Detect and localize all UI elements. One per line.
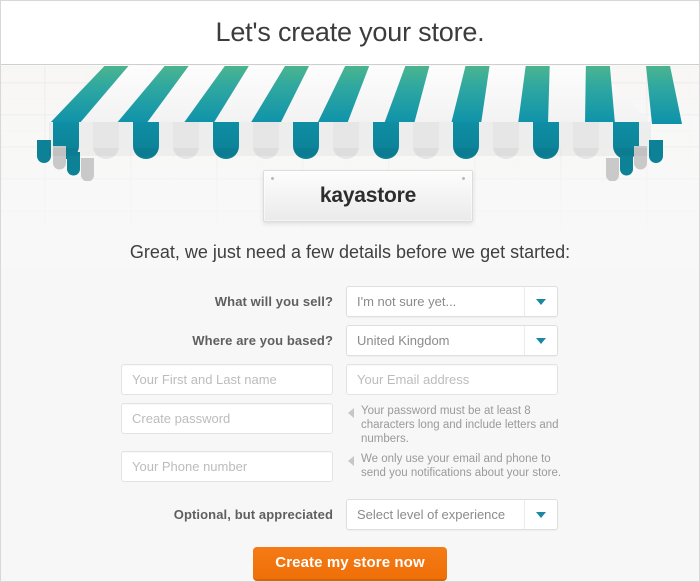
form-rows: What will you sell? I'm not sure yet... … <box>1 286 699 581</box>
phone-hint-cell: We only use your email and phone to send… <box>346 451 699 480</box>
chevron-down-icon[interactable] <box>524 287 557 316</box>
label-cell: Optional, but appreciated <box>1 499 346 530</box>
sell-select[interactable]: I'm not sure yet... <box>346 286 558 317</box>
screw-dot-icon <box>462 177 465 180</box>
phone-hint: We only use your email and phone to send… <box>348 452 573 480</box>
email-cell <box>346 364 699 395</box>
sell-label: What will you sell? <box>214 294 333 309</box>
store-sign: kayastore <box>263 170 473 222</box>
full-name-input[interactable] <box>121 364 333 395</box>
name-cell <box>1 364 346 395</box>
email-input[interactable] <box>346 364 558 395</box>
password-hint: Your password must be at least 8 charact… <box>348 404 573 446</box>
form-subtitle: Great, we just need a few details before… <box>129 242 571 262</box>
experience-select-value: Select level of experience <box>357 507 506 522</box>
storefront-body: kayastore Great, we just need a few deta… <box>1 66 699 581</box>
country-select[interactable]: United Kingdom <box>346 325 558 356</box>
triangle-pointer-icon <box>348 456 354 466</box>
signup-page: Let's create your store. kayastore Great… <box>0 0 700 582</box>
triangle-pointer-icon <box>348 408 354 418</box>
label-cell: What will you sell? <box>1 286 346 317</box>
password-cell <box>1 403 346 434</box>
chevron-down-icon[interactable] <box>524 500 557 529</box>
form-row-phone: We only use your email and phone to send… <box>1 451 699 491</box>
phone-cell <box>1 451 346 482</box>
password-hint-text: Your password must be at least 8 charact… <box>361 405 559 445</box>
form-row-name-email <box>1 364 699 395</box>
country-select-value: United Kingdom <box>357 333 450 348</box>
chevron-down-icon[interactable] <box>524 326 557 355</box>
experience-select[interactable]: Select level of experience <box>346 499 558 530</box>
experience-label: Optional, but appreciated <box>173 507 333 522</box>
control-cell: Select level of experience <box>346 499 699 530</box>
based-label: Where are you based? <box>192 333 333 348</box>
password-input[interactable] <box>121 403 333 434</box>
awning-graphic <box>1 66 699 181</box>
phone-input[interactable] <box>121 451 333 482</box>
form-row-sell: What will you sell? I'm not sure yet... <box>1 286 699 317</box>
form-row-based: Where are you based? United Kingdom <box>1 325 699 356</box>
store-name: kayastore <box>319 184 417 207</box>
sell-select-value: I'm not sure yet... <box>357 294 457 309</box>
form-row-password: Your password must be at least 8 charact… <box>1 403 699 446</box>
page-title: Let's create your store. <box>215 17 485 47</box>
label-cell: Where are you based? <box>1 325 346 356</box>
form-row-experience: Optional, but appreciated Select level o… <box>1 499 699 530</box>
control-cell: I'm not sure yet... <box>346 286 699 317</box>
store-sign-plate: kayastore <box>263 170 473 222</box>
phone-hint-text: We only use your email and phone to send… <box>361 453 562 479</box>
page-header: Let's create your store. <box>1 1 699 65</box>
password-hint-cell: Your password must be at least 8 charact… <box>346 403 699 446</box>
screw-dot-icon <box>271 177 274 180</box>
signup-form: Great, we just need a few details before… <box>1 242 699 581</box>
create-store-button[interactable]: Create my store now <box>253 547 447 581</box>
submit-row: Create my store now <box>1 547 699 581</box>
control-cell: United Kingdom <box>346 325 699 356</box>
